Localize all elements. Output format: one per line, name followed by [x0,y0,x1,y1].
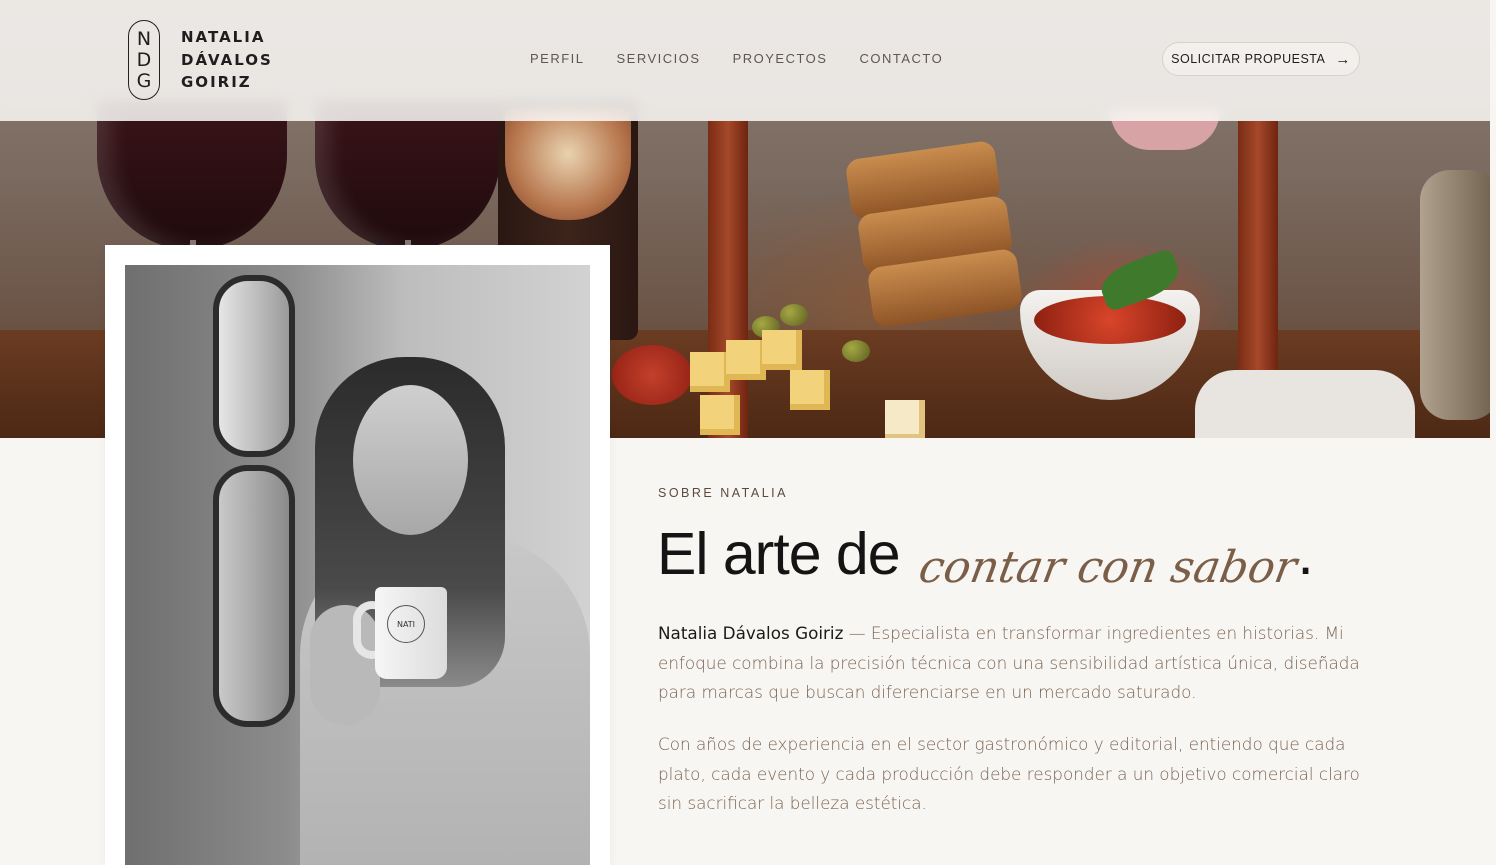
mug-logo: NATI [387,605,425,643]
main-nav: PERFIL SERVICIOS PROYECTOS CONTACTO [530,51,943,66]
cheese-cube [885,400,925,438]
section-eyebrow: SOBRE NATALIA [658,486,788,500]
bottle-label [505,110,631,220]
nav-link-contacto[interactable]: CONTACTO [859,51,943,66]
logo-wordmark: NATALIA DÁVALOS GOIRIZ [181,26,273,94]
salami-slice [612,345,692,405]
nav-link-perfil[interactable]: PERFIL [530,51,585,66]
wall-mirror [213,275,295,457]
olive [780,304,808,326]
wine-glass [315,100,500,250]
section-title: El arte de contar con sabor. [657,514,1314,600]
cheese-cube [700,395,740,435]
logo-letter: N [136,27,152,50]
intro-name: Natalia Dávalos Goiriz [658,623,844,643]
wall-mirror [213,465,295,727]
intro-paragraph: Natalia Dávalos Goiriz — Especialista en… [658,619,1378,708]
logo-line: NATALIA [181,28,266,47]
nav-link-servicios[interactable]: SERVICIOS [617,51,701,66]
site-header: N D G NATALIA DÁVALOS GOIRIZ PERFIL SERV… [0,0,1490,121]
nav-link-proyectos[interactable]: PROYECTOS [733,51,828,66]
cheese-cube [790,370,830,410]
cheese-cube [690,352,730,392]
stone-object [1420,170,1490,420]
logo-letter: D [136,48,152,71]
small-bowl [1195,370,1415,438]
arrow-right-icon: → [1335,50,1351,68]
logo-line: DÁVALOS [181,50,273,69]
experience-paragraph: Con años de experiencia en el sector gas… [658,734,1360,813]
portrait-photo: NATI [125,265,590,865]
title-plain: El arte de [657,521,901,587]
request-proposal-button[interactable]: SOLICITAR PROPUESTA → [1162,42,1360,76]
cta-label: SOLICITAR PROPUESTA [1171,52,1326,66]
site-logo[interactable]: N D G NATALIA DÁVALOS GOIRIZ [128,20,273,100]
cheese-cube [726,340,766,380]
wine-glass [97,100,287,250]
person-face [353,385,468,535]
logo-line: GOIRIZ [181,73,252,92]
logo-monogram: N D G [128,20,160,100]
portrait-card: NATI [105,245,610,865]
title-script: contar con sabor [915,542,1301,593]
olive [842,340,870,362]
logo-letter: G [136,69,152,92]
cheese-cube [762,330,802,370]
